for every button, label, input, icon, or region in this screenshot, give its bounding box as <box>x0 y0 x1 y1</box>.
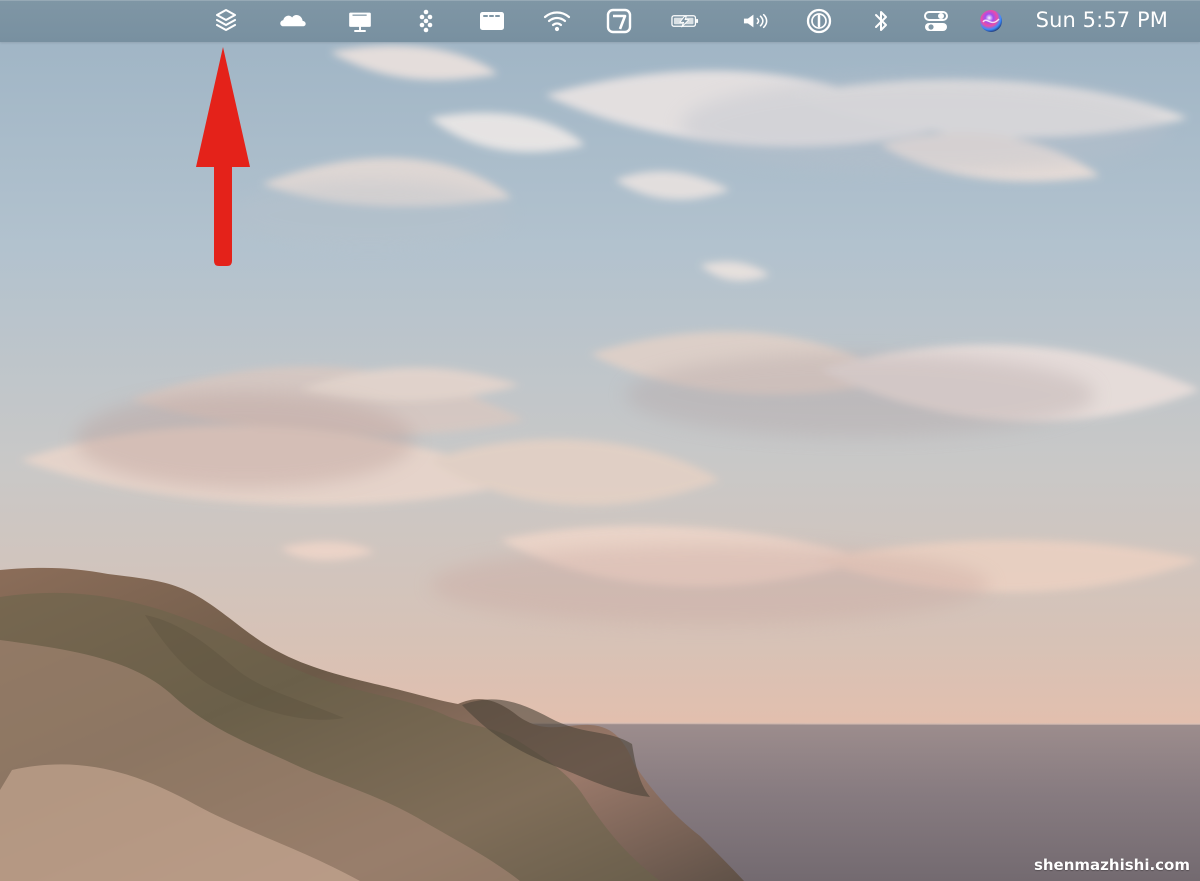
monitor-icon[interactable] <box>342 6 378 36</box>
siri-icon[interactable] <box>976 6 1006 36</box>
magic-wand-icon[interactable] <box>604 6 634 36</box>
watermark-text: shenmazhishi.com <box>1033 856 1190 874</box>
macos-menu-bar: Sun 5:57 PM <box>0 0 1200 42</box>
red-up-arrow-icon <box>196 47 250 266</box>
battery-charging-icon[interactable] <box>662 6 708 36</box>
control-center-icon[interactable] <box>921 6 951 36</box>
wifi-icon[interactable] <box>542 6 572 36</box>
password-manager-icon[interactable] <box>804 6 834 36</box>
menu-window-icon[interactable] <box>477 6 507 36</box>
dots-diamond-icon[interactable] <box>411 6 441 36</box>
menu-bar-clock[interactable]: Sun 5:57 PM <box>1036 8 1168 32</box>
stacked-layers-icon[interactable] <box>211 6 241 36</box>
bluetooth-icon[interactable] <box>866 6 896 36</box>
cloud-icon[interactable] <box>276 6 310 36</box>
desktop-wallpaper <box>0 0 1200 881</box>
desktop-screen: Sun 5:57 PM shenmazhishi.com <box>0 0 1200 881</box>
volume-icon[interactable] <box>736 6 774 36</box>
